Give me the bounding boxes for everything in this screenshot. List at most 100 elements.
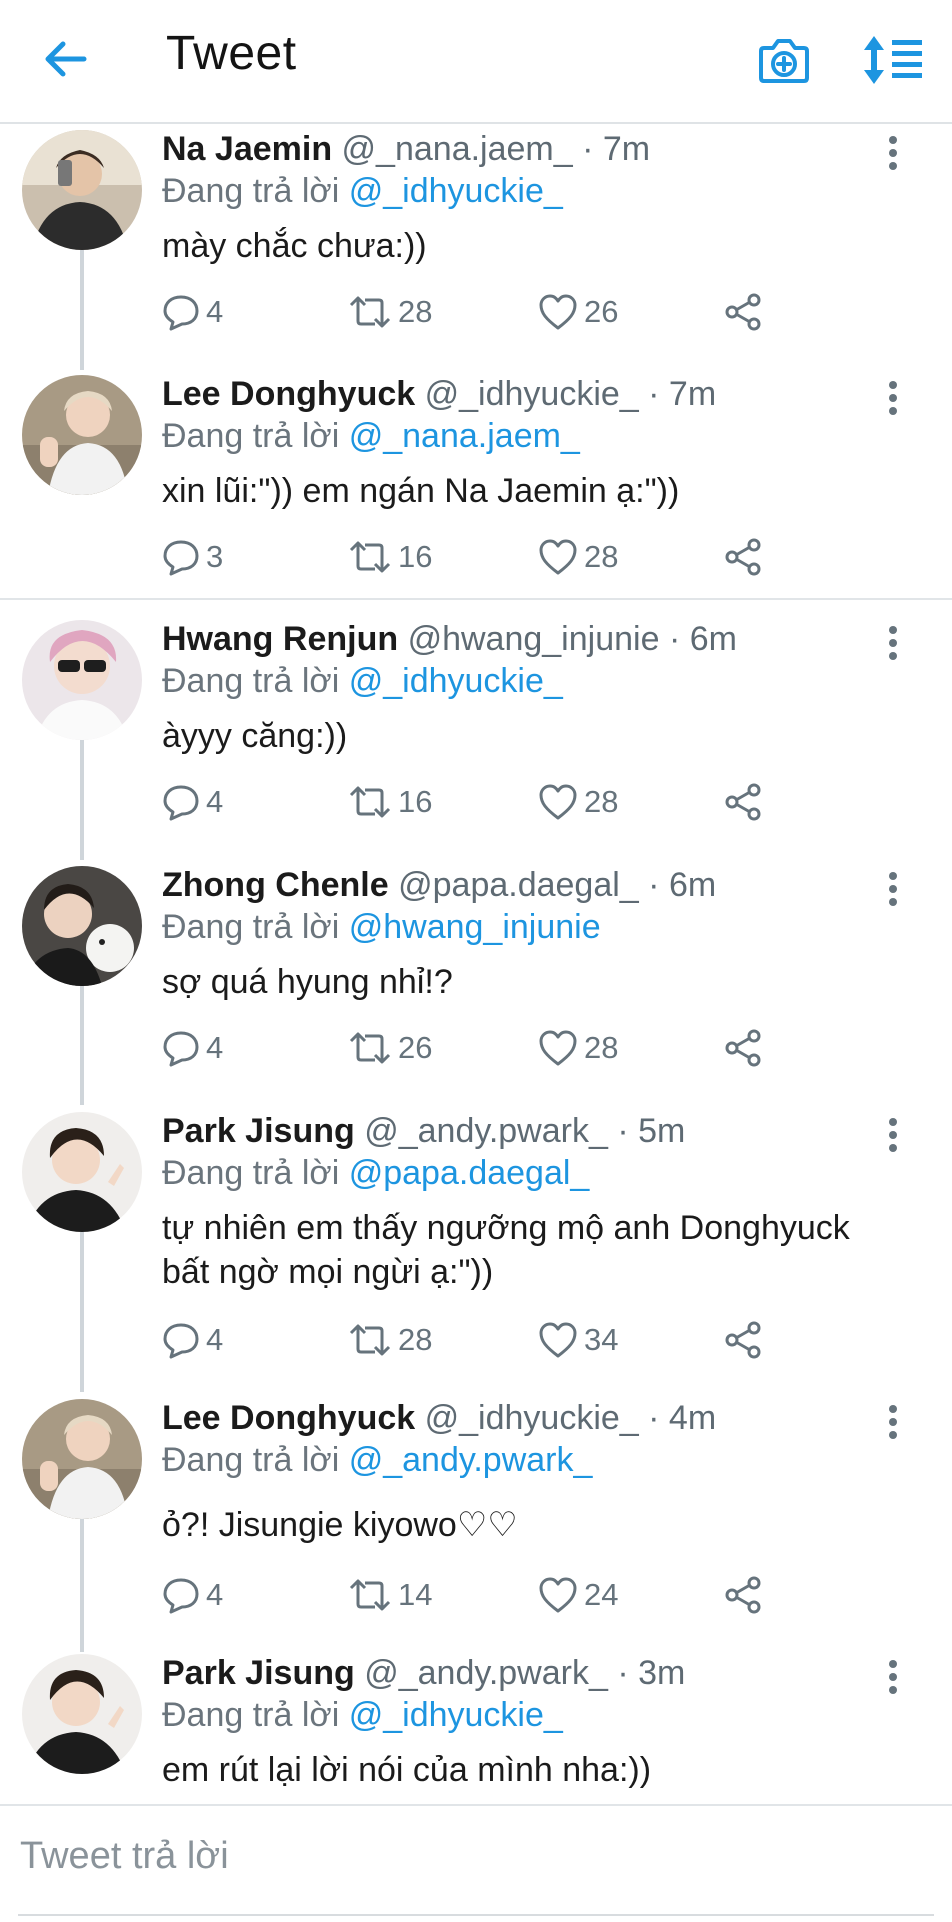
retweet-button[interactable]: 16 xyxy=(348,780,432,824)
tweet-header: Lee Donghyuck @_idhyuckie_ · 7m xyxy=(162,373,882,415)
more-options-icon[interactable] xyxy=(888,1405,898,1439)
user-handle: @hwang_injunie xyxy=(407,620,660,658)
share-button[interactable] xyxy=(724,535,768,579)
tweet-item[interactable]: Zhong Chenle @papa.daegal_ · 6m Đang trả… xyxy=(0,862,952,1102)
retweet-button[interactable]: 16 xyxy=(348,535,432,579)
heart-icon xyxy=(539,294,577,330)
share-icon xyxy=(725,783,761,821)
reply-button[interactable]: 3 xyxy=(162,535,223,579)
reply-button[interactable]: 4 xyxy=(162,1573,223,1617)
more-options-icon[interactable] xyxy=(888,136,898,170)
display-name[interactable]: Park Jisung xyxy=(162,1654,355,1692)
reply-input[interactable] xyxy=(18,1820,922,1892)
user-handle: @papa.daegal_ xyxy=(398,866,639,904)
share-button[interactable] xyxy=(724,1318,768,1362)
more-options-icon[interactable] xyxy=(888,381,898,415)
timestamp: · 6m xyxy=(648,866,717,904)
tweet-item[interactable]: Na Jaemin @_nana.jaem_ · 7m Đang trả lời… xyxy=(0,126,952,366)
tweet-item[interactable]: Park Jisung @_andy.pwark_ · 5m Đang trả … xyxy=(0,1108,952,1393)
avatar[interactable] xyxy=(22,1654,142,1774)
reply-button[interactable]: 4 xyxy=(162,290,223,334)
share-button[interactable] xyxy=(724,1573,768,1617)
avatar[interactable] xyxy=(22,1112,142,1232)
reply-mention-link[interactable]: @_idhyuckie_ xyxy=(349,172,563,210)
like-count: 28 xyxy=(584,1030,619,1065)
tweet-text: xin lũi:")) em ngán Na Jaemin ạ:")) xyxy=(162,472,680,510)
tweet-actions: 4 26 28 xyxy=(162,1026,802,1070)
reply-prefix: Đang trả lời xyxy=(162,172,340,210)
user-handle: @_andy.pwark_ xyxy=(364,1112,608,1150)
like-button[interactable]: 24 xyxy=(538,1573,618,1617)
reply-mention-link[interactable]: @_idhyuckie_ xyxy=(349,662,563,700)
sort-list-icon[interactable] xyxy=(862,34,924,86)
share-icon xyxy=(725,1576,761,1614)
like-button[interactable]: 28 xyxy=(538,535,618,579)
share-icon xyxy=(725,293,761,331)
more-options-icon[interactable] xyxy=(888,1118,898,1152)
tweet-actions: 4 28 34 xyxy=(162,1318,802,1362)
tweet-actions: 4 28 26 xyxy=(162,290,802,334)
share-button[interactable] xyxy=(724,780,768,824)
share-button[interactable] xyxy=(724,290,768,334)
display-name[interactable]: Zhong Chenle xyxy=(162,866,389,904)
reply-mention-link[interactable]: @_idhyuckie_ xyxy=(349,1696,563,1734)
tweet-item[interactable]: Hwang Renjun @hwang_injunie · 6m Đang tr… xyxy=(0,616,952,856)
reply-context: Đang trả lời @_idhyuckie_ xyxy=(162,170,882,212)
display-name[interactable]: Lee Donghyuck xyxy=(162,1399,415,1437)
like-button[interactable]: 28 xyxy=(538,780,618,824)
timestamp: · 5m xyxy=(617,1112,686,1150)
reply-button[interactable]: 4 xyxy=(162,1318,223,1362)
tweet-item[interactable]: Lee Donghyuck @_idhyuckie_ · 7m Đang trả… xyxy=(0,371,952,593)
retweet-button[interactable]: 28 xyxy=(348,1318,432,1362)
retweet-button[interactable]: 28 xyxy=(348,290,432,334)
retweet-button[interactable]: 26 xyxy=(348,1026,432,1070)
avatar[interactable] xyxy=(22,866,142,986)
reply-button[interactable]: 4 xyxy=(162,1026,223,1070)
reply-prefix: Đang trả lời xyxy=(162,908,340,946)
reply-count: 3 xyxy=(206,539,224,574)
avatar[interactable] xyxy=(22,620,142,740)
share-button[interactable] xyxy=(724,1026,768,1070)
share-icon xyxy=(725,1029,761,1067)
avatar[interactable] xyxy=(22,1399,142,1519)
more-options-icon[interactable] xyxy=(888,872,898,906)
more-options-icon[interactable] xyxy=(888,626,898,660)
like-button[interactable]: 28 xyxy=(538,1026,618,1070)
reply-icon xyxy=(163,295,199,331)
display-name[interactable]: Na Jaemin xyxy=(162,130,332,168)
user-handle: @_idhyuckie_ xyxy=(424,375,639,413)
retweet-icon xyxy=(349,1579,391,1611)
avatar[interactable] xyxy=(22,130,142,250)
like-button[interactable]: 34 xyxy=(538,1318,618,1362)
reply-mention-link[interactable]: @_nana.jaem_ xyxy=(349,417,580,455)
display-name[interactable]: Hwang Renjun xyxy=(162,620,398,658)
reply-mention-link[interactable]: @hwang_injunie xyxy=(349,908,601,946)
camera-plus-icon[interactable] xyxy=(758,36,810,84)
tweet-actions: 4 16 28 xyxy=(162,780,802,824)
reply-count: 4 xyxy=(206,784,224,819)
like-button[interactable]: 26 xyxy=(538,290,618,334)
timestamp: · 4m xyxy=(648,1399,717,1437)
tweet-header: Zhong Chenle @papa.daegal_ · 6m xyxy=(162,864,882,906)
tweet-item[interactable]: Lee Donghyuck @_idhyuckie_ · 4m Đang trả… xyxy=(0,1395,952,1645)
reply-button[interactable]: 4 xyxy=(162,780,223,824)
reply-context: Đang trả lời @_idhyuckie_ xyxy=(162,660,882,702)
more-options-icon[interactable] xyxy=(888,1660,898,1694)
display-name[interactable]: Park Jisung xyxy=(162,1112,355,1150)
reply-context: Đang trả lời @hwang_injunie xyxy=(162,906,882,948)
avatar[interactable] xyxy=(22,375,142,495)
tweet-text: tự nhiên em thấy ngưỡng mộ anh Donghyuck… xyxy=(162,1209,850,1291)
like-count: 26 xyxy=(584,294,619,329)
reply-context: Đang trả lời @_nana.jaem_ xyxy=(162,415,882,457)
arrow-left-icon[interactable] xyxy=(40,34,90,84)
display-name[interactable]: Lee Donghyuck xyxy=(162,375,415,413)
retweet-button[interactable]: 14 xyxy=(348,1573,432,1617)
reply-mention-link[interactable]: @_andy.pwark_ xyxy=(349,1441,593,1479)
tweet-item[interactable]: Park Jisung @_andy.pwark_ · 3m Đang trả … xyxy=(0,1650,952,1800)
tweet-header: Park Jisung @_andy.pwark_ · 3m xyxy=(162,1652,882,1694)
reply-icon xyxy=(163,785,199,821)
retweet-count: 26 xyxy=(398,1030,433,1065)
reply-compose-bar xyxy=(0,1804,952,1922)
heart-icon xyxy=(539,784,577,820)
reply-mention-link[interactable]: @papa.daegal_ xyxy=(349,1154,590,1192)
